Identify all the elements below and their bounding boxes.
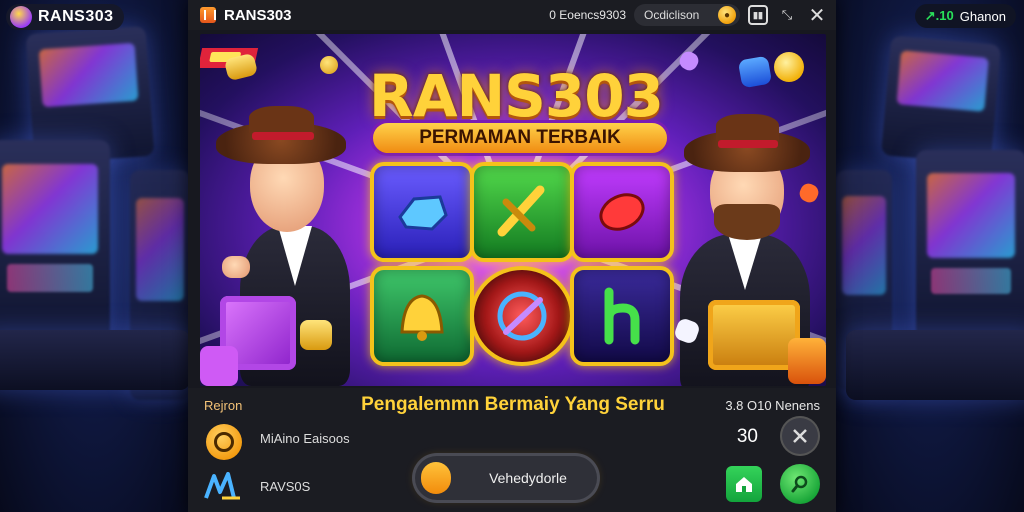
gem-image — [737, 55, 773, 89]
connection-status[interactable]: ↗.10 Ghanon — [914, 4, 1016, 28]
arcade-cabinet-image — [0, 140, 110, 340]
sword-symbol-icon — [497, 185, 545, 237]
window-titlebar: RANS303 0 Eoencs9303 Ocdiclison ● ▮▮ ⤡ ✕ — [188, 0, 836, 30]
orange-cube-image — [788, 338, 826, 384]
search-button[interactable] — [780, 464, 820, 504]
game-window: RANS303 0 Eoencs9303 Ocdiclison ● ▮▮ ⤡ ✕… — [188, 0, 836, 512]
signal-indicator: ↗.10 — [924, 8, 954, 23]
game-info-panel: Rejron Pengalemmn Bermaiy Yang Serru 3.8… — [188, 388, 836, 512]
bell-symbol-icon — [400, 294, 444, 341]
username: MiAino Eaisoos — [260, 431, 350, 446]
expand-icon[interactable]: ⤡ — [776, 4, 798, 26]
pause-button[interactable]: ▮▮ — [748, 5, 768, 25]
titlebar-controls: 0 Eoencs9303 Ocdiclison ● ▮▮ ⤡ ✕ — [549, 0, 828, 30]
target-symbol-icon — [497, 291, 547, 341]
reel-tile — [470, 162, 574, 262]
candy-symbol-icon — [398, 195, 448, 231]
arcade-cabinet-image — [880, 35, 1002, 165]
game-subtitle-plate: PERMAMAN TERBAIK — [370, 120, 670, 156]
brand-name: RANS303 — [38, 8, 114, 25]
play-button[interactable]: Vehedydorle — [415, 456, 597, 500]
background-arcade-right — [836, 0, 1024, 512]
play-button-toggle — [421, 462, 451, 494]
score-value: 30 — [736, 426, 758, 447]
brand-badge[interactable]: RANS303 — [6, 4, 124, 30]
reel-tile — [470, 266, 574, 366]
window-title: RANS303 — [224, 6, 292, 24]
deposit-field[interactable]: Ocdiclison ● — [634, 4, 740, 26]
provider-name: RAVS0S — [260, 479, 311, 494]
reel-tile — [370, 162, 474, 262]
arcade-console — [846, 330, 1024, 400]
balance-text: 0 Eoencs9303 — [549, 8, 626, 22]
reel-tile — [570, 162, 674, 262]
deposit-field-label: Ocdiclison — [644, 8, 700, 22]
ruby-symbol-icon — [599, 193, 645, 231]
coin-image — [774, 52, 804, 82]
stats-label: 3.8 O10 Nenens — [725, 398, 820, 413]
gold-cube-image — [300, 320, 332, 350]
swap-button[interactable] — [780, 416, 820, 456]
user-avatar[interactable] — [206, 424, 242, 460]
reel-tile — [570, 266, 674, 366]
tagline: Pengalemmn Bermaiy Yang Serru — [361, 394, 665, 415]
provider-logo-icon — [204, 472, 240, 500]
arcade-console — [0, 330, 188, 390]
purple-cube-image — [200, 346, 238, 386]
letter-h-symbol-icon — [604, 287, 640, 345]
play-button-label: Vehedydorle — [489, 470, 567, 486]
game-subtitle: PERMAMAN TERBAIK — [419, 127, 621, 148]
coin-image — [320, 56, 338, 74]
region-label: Rejron — [204, 398, 243, 413]
home-icon — [736, 477, 752, 492]
swap-arrows-icon — [793, 429, 807, 443]
coin-icon: ● — [718, 6, 736, 24]
channel-label: Ghanon — [959, 8, 1006, 24]
app-logo-icon — [200, 7, 216, 23]
close-icon[interactable]: ✕ — [806, 4, 828, 27]
search-icon — [791, 475, 808, 493]
reel-tile — [370, 266, 474, 366]
game-banner[interactable]: RANS303 PERMAMAN TERBAIK — [200, 34, 826, 386]
arcade-cabinet-image — [916, 150, 1024, 340]
home-button[interactable] — [726, 466, 762, 502]
background-arcade-left — [0, 0, 188, 512]
brand-logo-icon — [10, 6, 32, 28]
provider-logo — [204, 472, 242, 502]
treasure-chest-image — [708, 300, 800, 370]
